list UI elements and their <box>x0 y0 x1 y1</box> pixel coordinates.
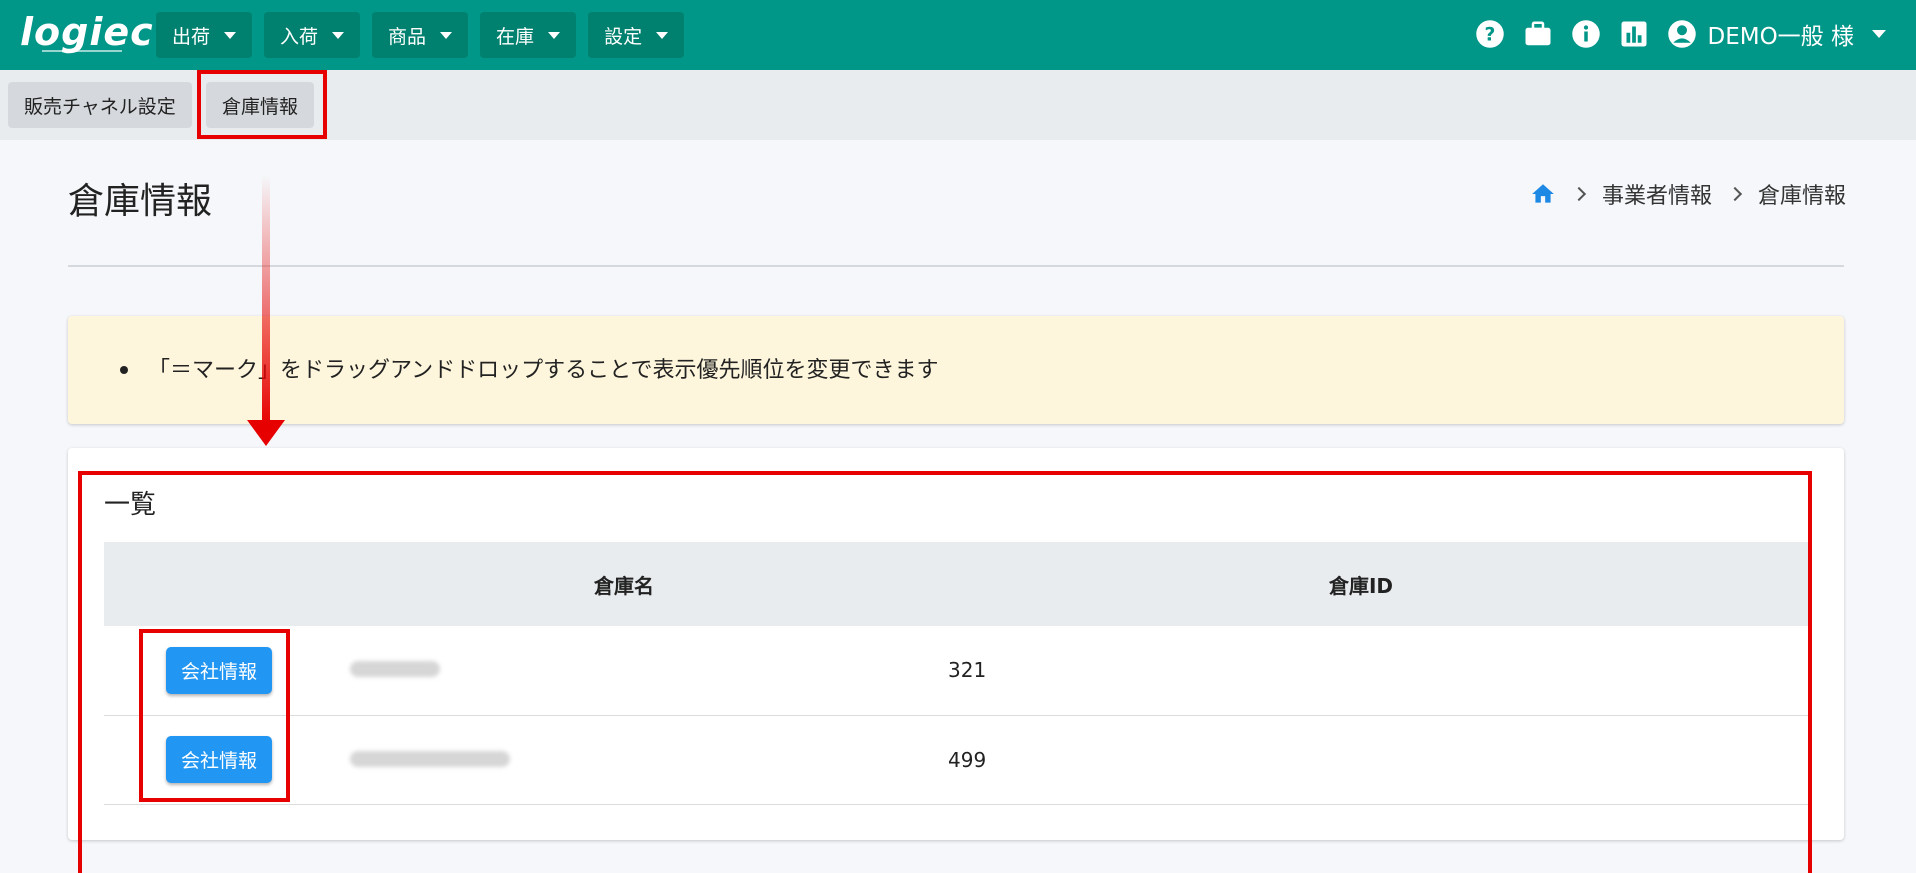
warehouse-id-cell: 321 <box>948 658 987 683</box>
info-icon[interactable] <box>1571 19 1601 49</box>
logiec-logo[interactable]: logiec <box>20 12 153 56</box>
divider <box>68 265 1844 267</box>
help-icon[interactable]: ? <box>1475 19 1505 49</box>
main-menu: 出荷 入荷 商品 在庫 設定 <box>156 12 685 58</box>
menu-label: 設定 <box>604 25 643 48</box>
header-actions: ? DEMO一般 様 <box>1475 14 1886 54</box>
table-header-row: 倉庫名 倉庫ID <box>104 542 1808 626</box>
table-row: 会社情報 321 <box>104 626 1808 715</box>
menu-label: 在庫 <box>496 25 535 48</box>
breadcrumb: 事業者情報 倉庫情報 <box>1530 178 1846 210</box>
blurred-warehouse-name <box>350 661 440 678</box>
caret-down-icon <box>440 31 453 39</box>
menu-products[interactable]: 商品 <box>372 12 469 58</box>
list-card: 一覧 倉庫名 倉庫ID 会社情報 321 会社情報 499 <box>68 448 1844 840</box>
logo-tagline <box>42 50 122 52</box>
bullet-icon <box>120 366 128 374</box>
blurred-warehouse-name <box>350 750 510 767</box>
company-info-button[interactable]: 会社情報 <box>165 736 272 783</box>
warehouse-name-cell <box>334 626 914 715</box>
actions-cell: 会社情報 <box>104 626 334 715</box>
notice-box: 「＝マーク」をドラッグアンドドロップすることで表示優先順位を変更できます <box>68 316 1844 424</box>
company-info-button[interactable]: 会社情報 <box>165 646 272 694</box>
page-title: 倉庫情報 <box>68 181 213 222</box>
caret-down-icon <box>548 31 561 39</box>
menu-label: 商品 <box>388 25 427 48</box>
annotation-arrow-head-icon <box>247 420 285 446</box>
user-name: DEMO一般 様 <box>1707 24 1854 50</box>
warehouse-name-cell <box>334 715 914 804</box>
home-icon[interactable] <box>1530 181 1556 207</box>
list-title: 一覧 <box>104 490 157 520</box>
warehouse-table: 倉庫名 倉庫ID 会社情報 321 会社情報 499 <box>104 542 1808 805</box>
menu-label: 出荷 <box>172 25 211 48</box>
menu-settings[interactable]: 設定 <box>588 12 685 58</box>
chevron-right-icon <box>1571 186 1587 202</box>
briefcase-icon[interactable] <box>1523 19 1553 49</box>
user-menu[interactable]: DEMO一般 様 <box>1667 17 1886 51</box>
menu-receiving[interactable]: 入荷 <box>264 12 361 58</box>
menu-inventory[interactable]: 在庫 <box>480 12 577 58</box>
caret-down-icon <box>332 31 345 39</box>
caret-down-icon <box>656 31 669 39</box>
column-header-warehouse-name: 倉庫名 <box>594 573 654 598</box>
caret-down-icon <box>1872 30 1886 38</box>
menu-label: 入荷 <box>280 25 319 48</box>
svg-text:?: ? <box>1485 24 1496 45</box>
tab-warehouse-info[interactable]: 倉庫情報 <box>206 82 314 128</box>
menu-shipping[interactable]: 出荷 <box>156 12 253 58</box>
tab-sales-channel-settings[interactable]: 販売チャネル設定 <box>8 82 192 128</box>
column-header-actions <box>104 542 334 626</box>
account-icon <box>1668 20 1697 48</box>
breadcrumb-current: 倉庫情報 <box>1757 184 1846 209</box>
table-row: 会社情報 499 <box>104 715 1808 804</box>
logo-text: logiec <box>20 10 154 54</box>
column-header-warehouse-id: 倉庫ID <box>1328 573 1394 598</box>
chart-icon[interactable] <box>1619 19 1649 49</box>
warehouse-id-cell: 499 <box>948 747 987 772</box>
chevron-right-icon <box>1727 186 1743 202</box>
actions-cell: 会社情報 <box>104 715 334 804</box>
top-navbar: logiec 出荷 入荷 商品 在庫 設定 ? DEMO一般 様 <box>0 0 1916 70</box>
breadcrumb-business-info[interactable]: 事業者情報 <box>1602 178 1712 210</box>
caret-down-icon <box>224 31 237 39</box>
annotation-arrow-shaft <box>262 175 270 427</box>
sub-navbar: 販売チャネル設定 倉庫情報 <box>0 70 1916 140</box>
